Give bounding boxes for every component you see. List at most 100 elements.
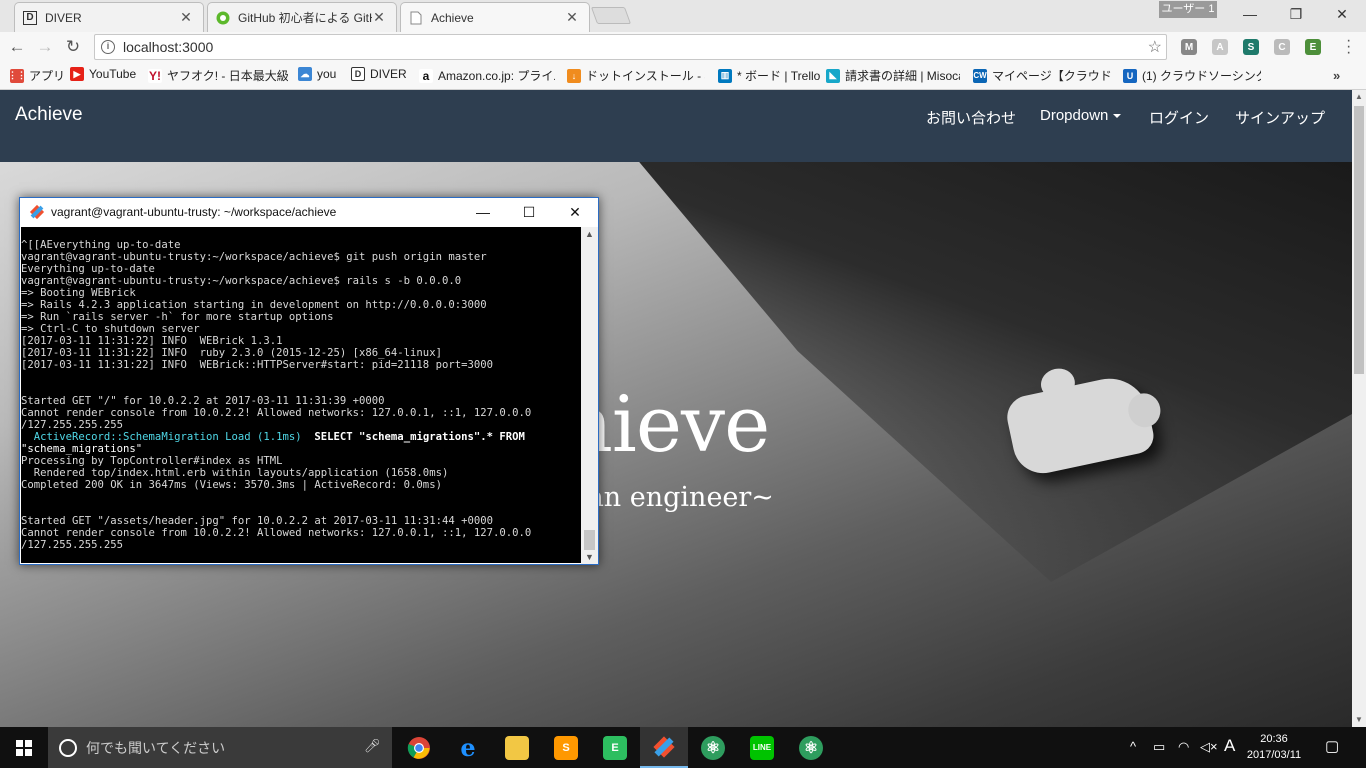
line-icon: LINE — [750, 735, 774, 760]
system-clock[interactable]: 20:36 2017/03/11 — [1244, 731, 1304, 763]
wifi-icon[interactable]: ◠ — [1178, 739, 1189, 755]
more-bookmarks-icon[interactable]: » — [1333, 68, 1340, 83]
bookmark-dotinstall[interactable]: ↓ ドットインストール - 3分動 — [567, 67, 705, 84]
start-button[interactable] — [0, 727, 48, 768]
reload-icon[interactable]: ↻ — [62, 35, 84, 59]
terminal-line: [2017-03-11 11:31:22] INFO WEBrick::HTTP… — [21, 359, 493, 371]
volume-muted-icon[interactable]: ◁× — [1200, 739, 1218, 755]
atom-icon: ⚛ — [701, 735, 725, 760]
terminal-line: => Ctrl-C to shutdown server — [21, 323, 200, 335]
share-extension-icon[interactable]: S — [1243, 39, 1259, 55]
nav-login-link[interactable]: ログイン — [1149, 107, 1209, 128]
terminal-window[interactable]: vagrant@vagrant-ubuntu-trusty: ~/workspa… — [19, 197, 599, 565]
close-icon[interactable]: ✕ — [179, 9, 193, 26]
bookmark-diver[interactable]: D DIVER — [351, 67, 407, 81]
url-text[interactable]: localhost:3000 — [123, 39, 213, 55]
taskbar-sublime[interactable]: S — [542, 727, 590, 768]
git-bash-icon — [29, 204, 45, 220]
terminal-titlebar[interactable]: vagrant@vagrant-ubuntu-trusty: ~/workspa… — [20, 198, 598, 226]
info-icon[interactable]: i — [101, 40, 115, 54]
bookmark-trello[interactable]: ▥ * ボード | Trello — [718, 67, 820, 84]
profile-badge[interactable]: ユーザー 1 — [1159, 1, 1217, 18]
taskbar-explorer[interactable] — [493, 727, 541, 768]
address-bar[interactable]: i localhost:3000 ☆ — [94, 34, 1167, 60]
back-icon[interactable]: ← — [6, 35, 28, 59]
terminal-scrollbar[interactable]: ▲ ▼ — [581, 227, 598, 564]
bookmark-crowdworks[interactable]: CW マイページ【クラウドワーク — [973, 67, 1113, 84]
tab-title: GitHub 初心者による GitH — [238, 11, 372, 25]
cortana-search-box[interactable]: 何でも聞いてください 🎤︎ — [48, 727, 392, 768]
terminal-line: Everything up-to-date — [21, 263, 155, 275]
pdf-extension-icon[interactable]: A — [1212, 39, 1228, 55]
clock-time: 20:36 — [1260, 733, 1288, 745]
chrome-icon — [407, 736, 430, 759]
taskbar-git-bash[interactable] — [640, 727, 688, 768]
clock-date: 2017/03/11 — [1246, 749, 1302, 761]
caret-down-icon — [1113, 114, 1122, 119]
terminal-line: [2017-03-11 11:31:22] INFO ruby 2.3.0 (2… — [21, 347, 442, 359]
terminal-line: ActiveRecord::SchemaMigration Load (1.1m… — [21, 431, 581, 443]
atom-icon: ⚛ — [799, 735, 823, 760]
microphone-icon[interactable]: 🎤︎ — [364, 738, 381, 754]
taskbar-edge[interactable]: e — [444, 727, 492, 768]
close-window-icon[interactable]: ✕ — [1319, 0, 1365, 28]
extension-icon[interactable]: M — [1181, 39, 1197, 55]
activerecord-label: ActiveRecord::SchemaMigration Load (1.1m… — [21, 431, 302, 443]
action-center-icon[interactable]: ▢ — [1325, 737, 1339, 755]
scrollbar-thumb[interactable] — [1354, 106, 1364, 374]
tab-achieve[interactable]: Achieve ✕ — [400, 2, 590, 32]
terminal-line: Processing by TopController#index as HTM… — [21, 455, 283, 467]
taskbar-atom-2[interactable]: ⚛ — [787, 727, 835, 768]
nav-contact-link[interactable]: お問い合わせ — [926, 107, 1016, 128]
bookmark-amazon[interactable]: a Amazon.co.jp: プライム — [419, 67, 555, 84]
terminal-maximize-icon[interactable]: ☐ — [506, 198, 552, 226]
nav-signup-link[interactable]: サインアップ — [1235, 107, 1325, 128]
extension-c-icon[interactable]: C — [1274, 39, 1290, 55]
tab-github[interactable]: GitHub 初心者による GitH ✕ — [207, 2, 397, 32]
taskbar-atom-1[interactable]: ⚛ — [689, 727, 737, 768]
close-icon[interactable]: ✕ — [565, 9, 579, 26]
scrollbar-thumb[interactable] — [584, 530, 595, 550]
taskbar-evernote[interactable]: E — [591, 727, 639, 768]
brand-link[interactable]: Achieve — [15, 104, 83, 126]
tray-chevron-up-icon[interactable]: ^ — [1130, 739, 1136, 754]
bookmark-apps[interactable]: ⋮⋮ アプリ — [10, 67, 65, 84]
restore-icon[interactable]: ❐ — [1273, 0, 1319, 28]
terminal-line: Started GET "/assets/header.jpg" for 10.… — [21, 515, 493, 527]
bookmark-you[interactable]: ☁ you — [298, 67, 336, 81]
minimize-icon[interactable]: — — [1227, 0, 1273, 28]
taskbar-chrome[interactable] — [395, 727, 443, 768]
lancers-icon: U — [1123, 68, 1137, 83]
nav-dropdown[interactable]: Dropdown — [1040, 107, 1122, 124]
bookmark-lancers[interactable]: U (1) クラウドソーシングなら — [1123, 67, 1261, 84]
terminal-output[interactable]: ^[[AEverything up-to-date vagrant@vagrant… — [21, 227, 581, 563]
page-scrollbar[interactable]: ▲ ▼ — [1352, 90, 1366, 727]
new-tab-button[interactable] — [590, 7, 632, 24]
scroll-up-icon[interactable]: ▲ — [1352, 90, 1366, 104]
trello-icon: ▥ — [718, 68, 732, 83]
sublime-text-icon: S — [554, 735, 578, 760]
terminal-close-icon[interactable]: ✕ — [552, 198, 598, 226]
bookmark-misoca[interactable]: ◣ 請求書の詳細 | Misoca — [826, 67, 960, 84]
bookmark-yahoo[interactable]: Y! ヤフオク! - 日本最大級の — [148, 67, 288, 84]
tab-diver[interactable]: D DIVER ✕ — [14, 2, 204, 32]
browser-tab-strip: D DIVER ✕ GitHub 初心者による GitH ✕ Achieve ✕… — [0, 0, 1366, 32]
bookmark-youtube[interactable]: ▶ YouTube — [70, 67, 136, 81]
menu-icon[interactable]: · · · — [1346, 33, 1351, 61]
scroll-up-icon[interactable]: ▲ — [581, 229, 598, 239]
taskbar-line[interactable]: LINE — [738, 727, 786, 768]
terminal-minimize-icon[interactable]: — — [460, 198, 506, 226]
git-bash-icon — [653, 735, 675, 758]
terminal-line: Rendered top/index.html.erb within layou… — [21, 467, 449, 479]
close-icon[interactable]: ✕ — [372, 9, 386, 26]
evernote-extension-icon[interactable]: E — [1305, 39, 1321, 55]
scroll-down-icon[interactable]: ▼ — [1352, 713, 1366, 727]
terminal-line: => Run `rails server -h` for more startu… — [21, 311, 334, 323]
scroll-down-icon[interactable]: ▼ — [581, 552, 598, 562]
ime-indicator[interactable]: A — [1224, 736, 1235, 756]
bookmark-star-icon[interactable]: ☆ — [1148, 37, 1162, 57]
battery-icon[interactable]: ▭ — [1153, 739, 1165, 755]
forward-icon[interactable]: → — [34, 35, 56, 59]
terminal-title: vagrant@vagrant-ubuntu-trusty: ~/workspa… — [51, 205, 337, 219]
